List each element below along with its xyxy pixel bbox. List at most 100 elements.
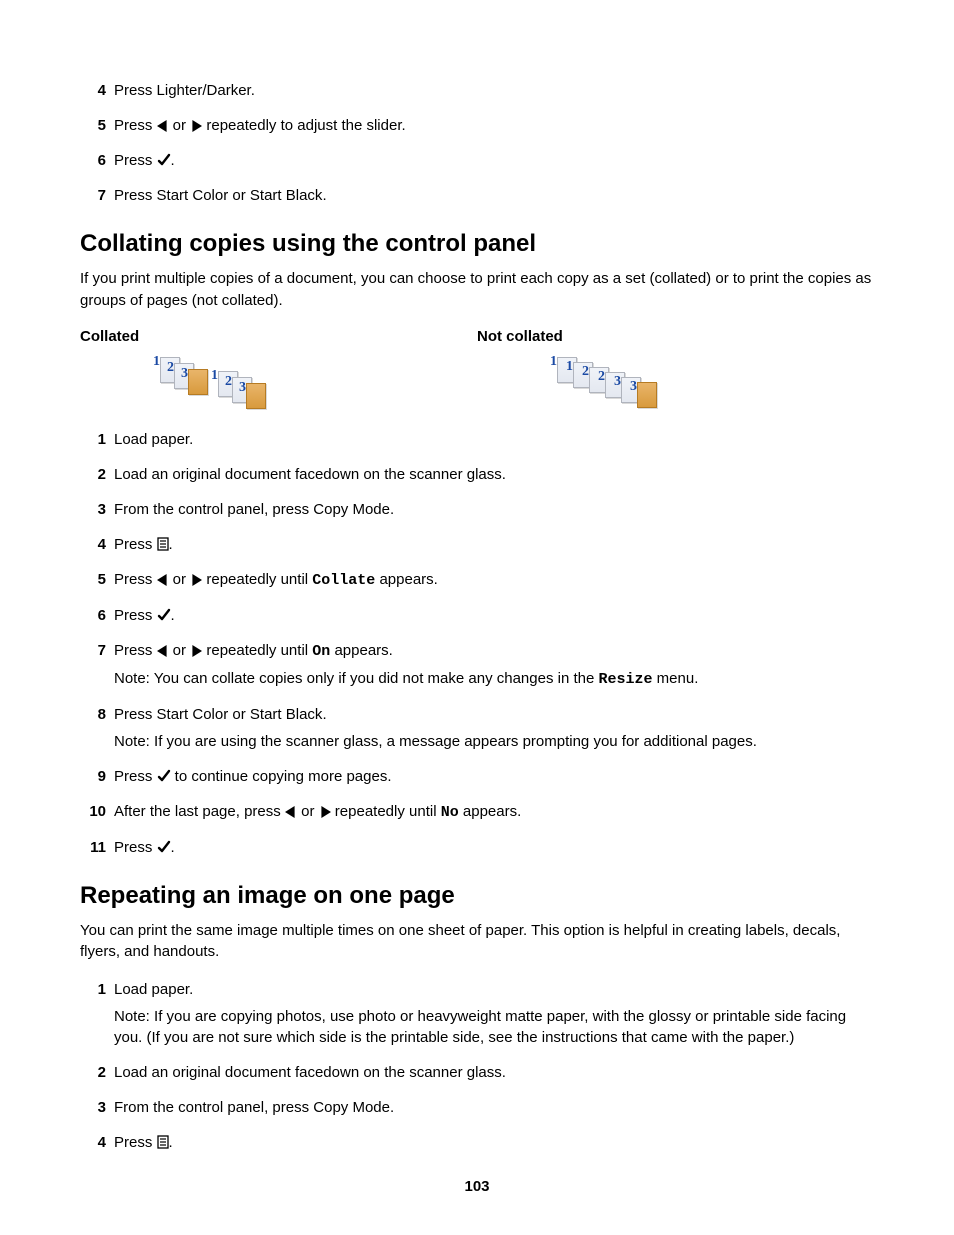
text-run: Press (114, 571, 157, 588)
step-number: 10 (80, 801, 106, 822)
step-item: 3From the control panel, press Copy Mode… (80, 499, 874, 520)
text-run: repeatedly until (202, 571, 312, 588)
collating-step-list: 1Load paper.2Load an original document f… (80, 429, 874, 858)
step-body: Press Lighter/Darker. (114, 80, 874, 101)
text-run: repeatedly to adjust the slider. (202, 117, 405, 134)
step-number: 5 (80, 569, 106, 590)
stack-sheet: 3 (188, 369, 208, 395)
sheet-label: 3 (239, 380, 246, 396)
step-number: 3 (80, 499, 106, 520)
sheet-label: 1 (153, 354, 160, 370)
text-run: . (390, 1099, 394, 1116)
text-run: Press (114, 82, 157, 99)
check-icon (157, 769, 171, 783)
sheet-label: 2 (582, 364, 589, 380)
text-run: Press (114, 117, 157, 134)
text-run: appears. (330, 642, 393, 659)
text-run: Press (114, 187, 157, 204)
sheet-label: 3 (181, 366, 188, 382)
step-number: 5 (80, 115, 106, 136)
section-intro-collating: If you print multiple copies of a docume… (80, 268, 874, 312)
text-run: Press (114, 839, 157, 856)
step-number: 7 (80, 185, 106, 206)
menu-icon (157, 537, 169, 551)
left-arrow-icon (157, 574, 169, 586)
text-run: Press (114, 642, 157, 659)
text-run: . (171, 839, 175, 856)
text-run: Press (114, 706, 157, 723)
step-number: 4 (80, 1132, 106, 1153)
step-body: Press . (114, 837, 874, 858)
text-run: . (322, 706, 326, 723)
left-arrow-icon (157, 120, 169, 132)
step-item: 7 Press Start Color or Start Black. (80, 185, 874, 206)
text-run: After the last page, press (114, 803, 285, 820)
collated-column: Collated 123123 (80, 328, 477, 409)
section-intro-repeating: You can print the same image multiple ti… (80, 920, 874, 964)
not-collated-column: Not collated 112233 (477, 328, 874, 409)
sheet-label: 2 (167, 360, 174, 376)
text-run: Press (114, 607, 157, 624)
step-number: 9 (80, 766, 106, 787)
text-run: Start Black (250, 187, 323, 204)
step-number: 4 (80, 80, 106, 101)
step-body: Press to continue copying more pages. (114, 766, 874, 787)
text-run: . (169, 536, 173, 553)
step-item: 4 Press Lighter/Darker. (80, 80, 874, 101)
step-body: Press . (114, 150, 874, 171)
step-item: 8Press Start Color or Start Black.Note: … (80, 704, 874, 752)
step-item: 6Press . (80, 605, 874, 626)
text-run: On (312, 643, 330, 660)
text-run: Load paper. (114, 981, 193, 998)
text-run: Start Black (250, 706, 323, 723)
text-run: repeatedly until (202, 642, 312, 659)
text-run: From the control panel, press (114, 1099, 313, 1116)
step-item: 4Press . (80, 534, 874, 555)
text-run: . (169, 1134, 173, 1151)
text-run: From the control panel, press (114, 501, 313, 518)
step-number: 1 (80, 429, 106, 450)
collated-title: Collated (80, 328, 477, 345)
step-body: From the control panel, press Copy Mode. (114, 1097, 874, 1118)
text-run: Press (114, 768, 157, 785)
text-run: Press (114, 152, 157, 169)
text-run: to continue copying more pages. (171, 768, 392, 785)
sheet-label: 2 (598, 369, 605, 385)
not-collated-illustration: 112233 (557, 357, 874, 409)
text-run: or (169, 117, 191, 134)
not-collated-title: Not collated (477, 328, 874, 345)
step-number: 7 (80, 640, 106, 661)
step-number: 8 (80, 704, 106, 725)
sheet-label: 1 (211, 368, 218, 384)
text-run: or (228, 187, 250, 204)
sheet-label: 1 (550, 354, 557, 370)
text-run: Press (114, 1134, 157, 1151)
section-heading-collating: Collating copies using the control panel (80, 230, 874, 258)
text-run: . (390, 501, 394, 518)
sheet-label: 2 (225, 374, 232, 390)
step-number: 6 (80, 150, 106, 171)
text-run: . (251, 82, 255, 99)
text-run: or (169, 642, 191, 659)
text-run: You can collate copies only if you did n… (150, 670, 599, 687)
step-item: 1Load paper.Note: If you are copying pho… (80, 979, 874, 1048)
check-icon (157, 608, 171, 622)
text-run: menu. (653, 670, 699, 687)
step-note: Note: If you are copying photos, use pho… (114, 1006, 874, 1048)
text-run: Start Color (157, 187, 229, 204)
repeating-step-list: 1Load paper.Note: If you are copying pho… (80, 979, 874, 1153)
text-run: Note: (114, 733, 150, 750)
step-item: 10After the last page, press or repeated… (80, 801, 874, 823)
step-item: 5 Press or repeatedly to adjust the slide… (80, 115, 874, 136)
text-run: appears. (459, 803, 522, 820)
step-body: Press . (114, 534, 874, 555)
collated-illustration: 123123 (160, 357, 477, 409)
text-run: . (171, 607, 175, 624)
step-body: Load paper. (114, 429, 874, 450)
step-item: 5Press or repeatedly until Collate appea… (80, 569, 874, 591)
step-body: Press Start Color or Start Black.Note: I… (114, 704, 874, 752)
step-note: Note: You can collate copies only if you… (114, 668, 874, 690)
text-run: . (322, 187, 326, 204)
stack-sheet: 3 (637, 382, 657, 408)
right-arrow-icon (319, 806, 331, 818)
